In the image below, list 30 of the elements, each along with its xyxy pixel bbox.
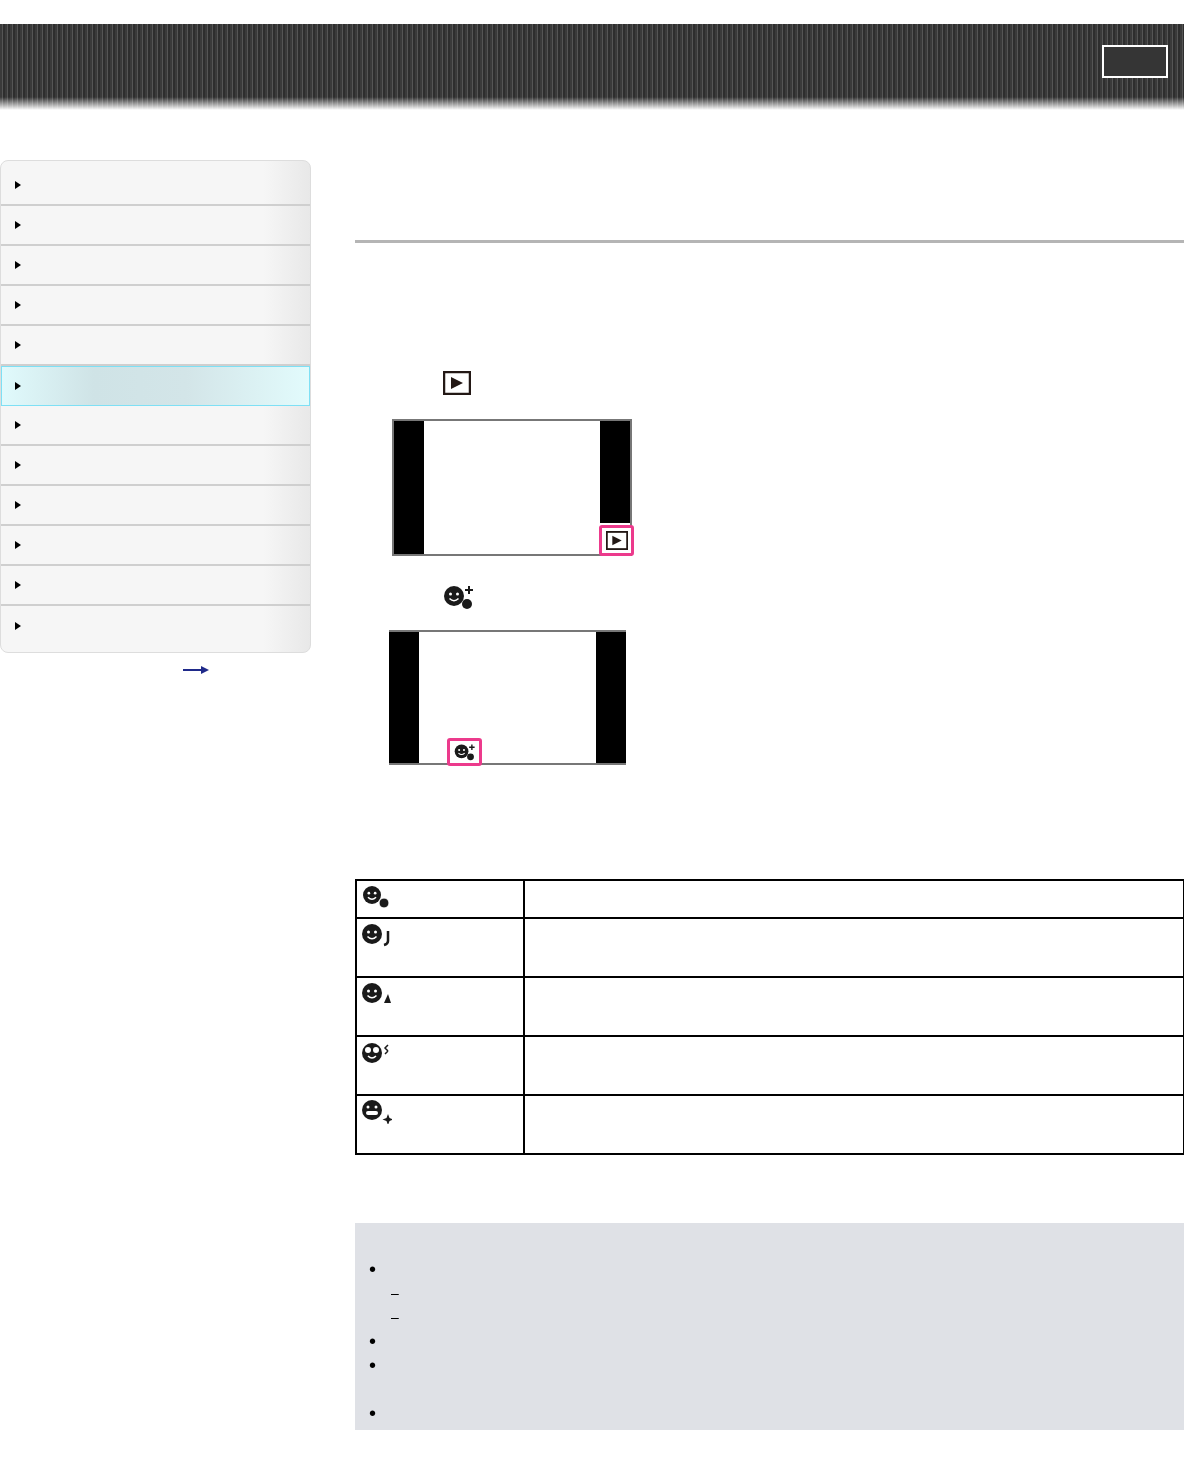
face-icon	[362, 923, 392, 947]
sidebar-item[interactable]	[1, 366, 310, 406]
bullet-mark: •	[369, 1257, 376, 1281]
triangle-icon	[15, 341, 21, 349]
triangle-icon	[15, 541, 21, 549]
bullet-mark: •	[369, 1329, 376, 1353]
triangle-icon	[15, 181, 21, 189]
play-icon	[605, 531, 628, 550]
bullet-mark: •	[369, 1353, 376, 1378]
face-icon	[362, 1041, 392, 1065]
triangle-icon	[15, 221, 21, 229]
face-icon	[453, 743, 476, 761]
arrow-icon[interactable]	[182, 666, 209, 674]
triangle-icon	[15, 581, 21, 589]
triangle-icon	[15, 461, 21, 469]
triangle-icon	[15, 421, 21, 429]
header-button[interactable]	[1102, 44, 1168, 78]
face-icon	[362, 982, 392, 1006]
triangle-icon	[15, 382, 21, 390]
face-icon	[362, 1100, 392, 1124]
face-icon	[362, 885, 392, 909]
play-icon	[443, 371, 471, 395]
triangle-icon	[15, 622, 21, 630]
triangle-icon	[15, 301, 21, 309]
triangle-icon	[15, 261, 21, 269]
triangle-icon	[15, 501, 21, 509]
dash-mark: –	[391, 1308, 399, 1327]
bullet-mark: •	[369, 1401, 376, 1425]
dash-mark: –	[391, 1284, 399, 1303]
face-icon	[443, 584, 475, 610]
